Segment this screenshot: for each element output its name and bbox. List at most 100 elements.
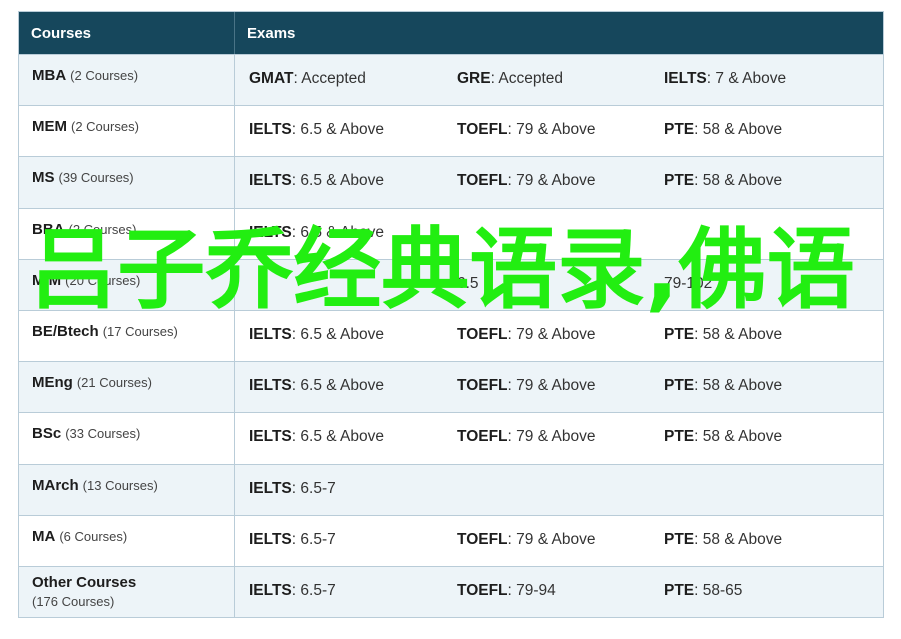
course-cell: MIM (20 Courses) [19, 259, 235, 310]
exam-score: Accepted [301, 70, 366, 87]
course-count: (21 Courses) [76, 375, 152, 391]
exam-score: 6.5 & Above [300, 377, 384, 395]
course-count: (2 Courses) [68, 221, 137, 237]
exam-requirement: TOEFL: 79 & Above [457, 172, 596, 190]
exam-score: 6.5 & Above [300, 172, 384, 190]
table-row: MS (39 Courses) IELTS: 6.5 & Above TOEFL: 7… [19, 156, 883, 208]
course-count: (17 Courses) [102, 323, 178, 339]
header-exams: Exams [247, 24, 296, 42]
exam-score: 79 & Above [516, 428, 596, 446]
exam-score: 58 & Above [702, 121, 783, 139]
exams-cell: IELTS: 6.5-7 TOEFL: 79-94 PTE: 58-65 [235, 567, 883, 617]
exam-requirement: GMAT: Accepted [249, 70, 366, 87]
course-count: (13 Courses) [82, 477, 158, 493]
exams-cell: IELTS: 6.5 & Above TOEFL: 79 & Above PTE: … [235, 157, 883, 207]
exam-requirement: TOEFL: 79 & Above [457, 325, 596, 343]
course-name[interactable]: MBA [32, 67, 66, 84]
exam-score: 6.5-7 [300, 479, 336, 497]
course-name[interactable]: MEng [32, 374, 73, 391]
exam-name: TOEFL [457, 325, 508, 343]
exam-score: 79 & Above [516, 325, 596, 343]
exam-requirement: PTE: 58 & Above [664, 121, 783, 139]
exam-score: 79 & Above [516, 121, 596, 139]
table-row: MIM (20 Courses) 6.5 79-102 [19, 258, 883, 310]
exam-requirement: GRE: Accepted [457, 70, 563, 87]
exam-score: 58 & Above [702, 530, 783, 548]
exam-requirement: IELTS: 6.5-7 [249, 581, 336, 599]
exam-requirement: TOEFL: 79 & Above [457, 121, 596, 139]
course-name[interactable]: MIM [32, 272, 61, 289]
exam-score: 79-102 [664, 274, 713, 292]
course-cell: MEng (21 Courses) [19, 362, 235, 413]
exam-requirement: IELTS: 6.5 & Above [249, 223, 384, 241]
exam-requirement: PTE: 58 & Above [664, 325, 783, 343]
course-name[interactable]: BBA [32, 221, 65, 238]
table-row: BE/Btech (17 Courses) IELTS: 6.5 & Above TO… [19, 309, 883, 362]
exam-name: IELTS [249, 581, 292, 599]
exam-name: IELTS [249, 121, 292, 139]
exam-name: TOEFL [457, 377, 508, 395]
course-name[interactable]: BE/Btech [32, 323, 99, 340]
exam-requirement: PTE: 58 & Above [664, 428, 783, 446]
course-name[interactable]: MArch [32, 477, 79, 494]
exam-requirement: 79-102 [664, 275, 712, 293]
exam-requirement: IELTS: 6.5 & Above [249, 172, 384, 190]
course-count: (176 Courses) [32, 593, 115, 609]
course-cell: MS (39 Courses) [19, 157, 235, 208]
exam-requirement: IELTS: 6.5-7 [249, 479, 336, 497]
course-count: (39 Courses) [58, 170, 134, 186]
table-header: Courses Exams [19, 12, 883, 54]
exam-name: TOEFL [457, 530, 508, 548]
course-cell: BBA (2 Courses) [19, 208, 235, 259]
exam-name: PTE [664, 530, 695, 548]
course-cell: Other Courses (176 Courses) [19, 566, 235, 618]
table-row: MBA (2 Courses) GMAT: Accepted GRE: Accepte… [19, 54, 883, 106]
exam-name: GMAT [249, 70, 294, 87]
course-count: (33 Courses) [65, 426, 141, 442]
table-body: MBA (2 Courses) GMAT: Accepted GRE: Accepte… [19, 54, 883, 618]
course-count: (20 Courses) [65, 272, 141, 288]
exams-cell: IELTS: 6.5 & Above TOEFL: 79 & Above PTE: … [235, 413, 883, 463]
exam-requirement: IELTS: 6.5 & Above [249, 121, 384, 139]
course-cell: MEM (2 Courses) [19, 106, 235, 157]
exam-requirement: IELTS: 6.5-7 [249, 530, 336, 548]
course-count: (2 Courses) [70, 68, 139, 83]
exam-name: PTE [664, 172, 695, 190]
exam-name: IELTS [249, 479, 292, 497]
exam-name: PTE [664, 377, 695, 395]
exam-name: TOEFL [457, 121, 508, 139]
table-row: MA (6 Courses) IELTS: 6.5-7 TOEFL: 79 & Abo… [19, 514, 883, 566]
exam-score: 6.5 & Above [300, 223, 384, 241]
exam-requirement: TOEFL: 79 & Above [457, 428, 596, 446]
exam-name: GRE [457, 70, 491, 87]
course-name[interactable]: MA [32, 528, 55, 545]
course-name[interactable]: MS [32, 169, 55, 186]
exams-cell: IELTS: 6.5 & Above TOEFL: 79 & Above PTE: … [235, 362, 883, 412]
exam-name: IELTS [249, 172, 292, 190]
exam-score: 6.5 [457, 274, 479, 292]
exam-requirement: TOEFL: 79-94 [457, 581, 556, 599]
exams-cell: IELTS: 6.5-7 TOEFL: 79 & Above PTE: 58 & A… [235, 516, 883, 566]
exam-score: Accepted [498, 70, 563, 87]
exam-name: PTE [664, 121, 695, 139]
exam-requirement: PTE: 58 & Above [664, 172, 783, 190]
exam-name: TOEFL [457, 172, 508, 190]
course-cell: BE/Btech (17 Courses) [19, 310, 235, 362]
table-row: BBA (2 Courses) IELTS: 6.5 & Above [19, 207, 883, 259]
exam-requirement: PTE: 58-65 [664, 581, 743, 599]
exams-cell: IELTS: 6.5 & Above TOEFL: 79 & Above PTE: … [235, 106, 883, 156]
exam-name: PTE [664, 581, 695, 599]
exam-requirement: IELTS: 7 & Above [664, 70, 787, 87]
table-row: MArch (13 Courses) IELTS: 6.5-7 [19, 463, 883, 515]
exam-score: 79 & Above [516, 377, 596, 395]
exam-score: 58 & Above [702, 172, 783, 190]
course-name[interactable]: MEM [32, 118, 67, 135]
course-name[interactable]: BSc [32, 425, 61, 442]
table-row: BSc (33 Courses) IELTS: 6.5 & Above TOEFL: … [19, 412, 883, 464]
table-row: MEM (2 Courses) IELTS: 6.5 & Above TOEFL: 7… [19, 105, 883, 157]
course-name[interactable]: Other Courses [32, 574, 136, 591]
exams-cell: IELTS: 6.5 & Above [235, 209, 883, 259]
exam-name: PTE [664, 428, 695, 446]
course-count: (2 Courses) [71, 119, 139, 135]
exam-score: 58 & Above [702, 428, 783, 446]
